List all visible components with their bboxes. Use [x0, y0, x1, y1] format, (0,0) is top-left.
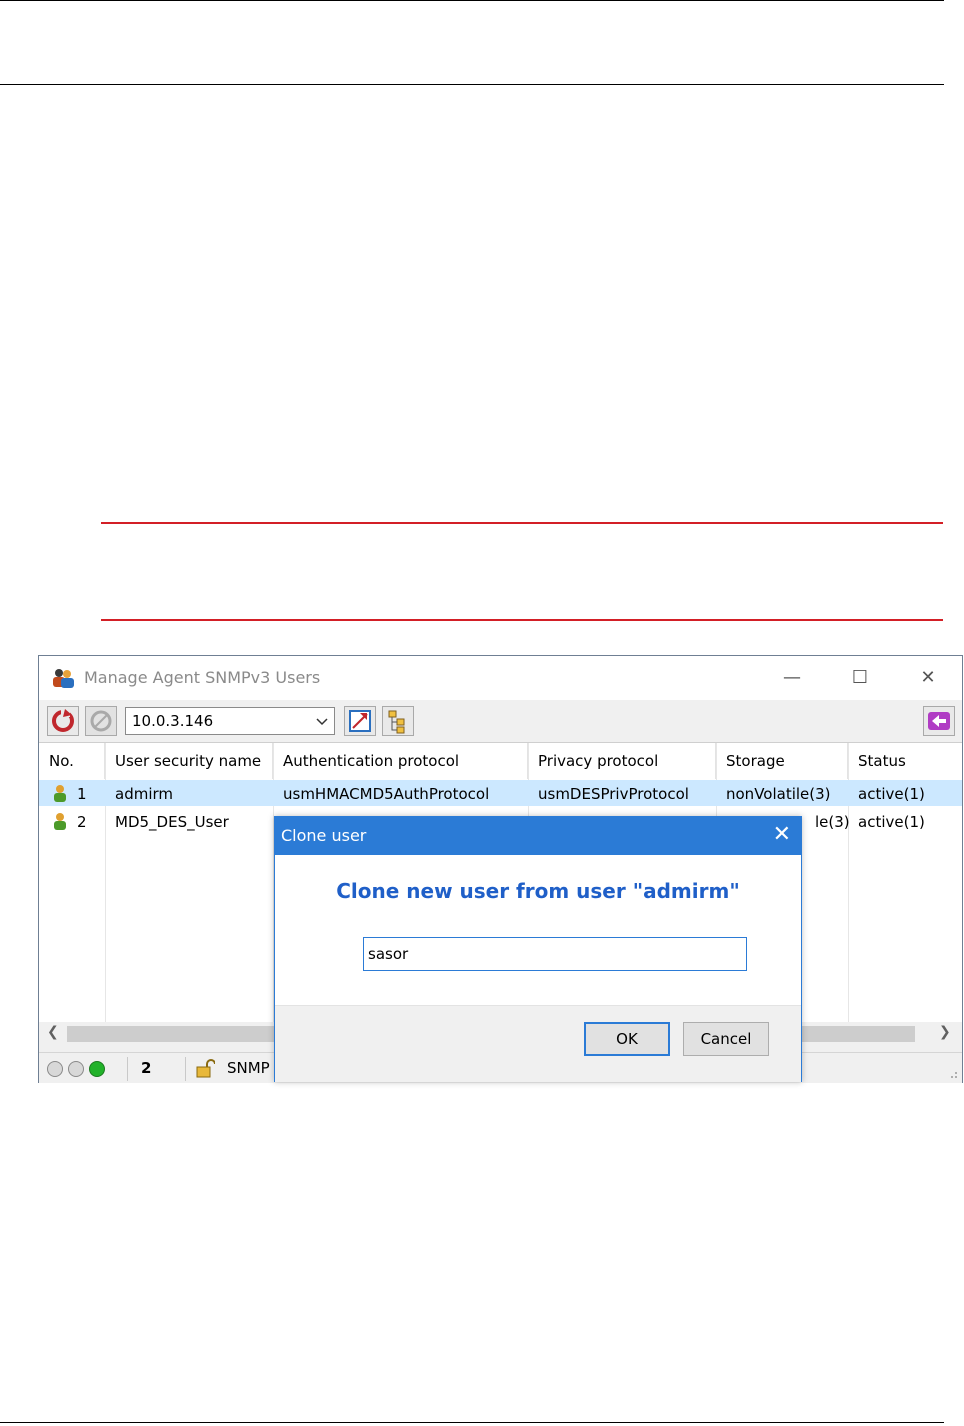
scroll-left-icon[interactable]: ❮	[47, 1024, 59, 1040]
maximize-button[interactable]: ☐	[845, 666, 875, 690]
tree-view-button[interactable]	[382, 706, 414, 736]
scroll-right-icon[interactable]: ❯	[939, 1024, 951, 1040]
minimize-button[interactable]: —	[777, 666, 807, 690]
unlock-icon	[196, 1059, 215, 1078]
toolbar: 10.0.3.146	[39, 700, 962, 742]
note-box	[101, 522, 943, 621]
status-led-off-icon	[68, 1061, 84, 1077]
close-icon[interactable]: ✕	[773, 822, 791, 847]
user-icon	[54, 813, 66, 830]
user-icon	[54, 785, 66, 802]
status-separator	[127, 1057, 128, 1081]
connect-icon	[349, 710, 371, 732]
user-count: 2	[141, 1059, 152, 1077]
column-header-user-security-name[interactable]: User security name	[105, 743, 273, 779]
status-value: active(1)	[858, 785, 925, 803]
refresh-icon	[52, 709, 74, 732]
status-led-on-icon	[89, 1061, 105, 1077]
row-number: 1	[77, 785, 87, 803]
user-name[interactable]: MD5_DES_User	[115, 813, 229, 831]
dialog-heading: Clone new user from user "admirm"	[336, 879, 740, 903]
chevron-down-icon	[316, 718, 328, 726]
column-header-privacy-protocol[interactable]: Privacy protocol	[528, 743, 716, 779]
column-header-no[interactable]: No.	[39, 743, 105, 779]
auto-refresh-button[interactable]	[85, 706, 117, 736]
close-button[interactable]: ✕	[913, 666, 943, 690]
dialog-footer: OK Cancel	[275, 1005, 801, 1082]
privacy-protocol: usmDESPrivProtocol	[538, 785, 689, 803]
auth-protocol: usmHMACMD5AuthProtocol	[283, 785, 490, 803]
auto-refresh-icon	[90, 710, 112, 732]
row-number: 2	[77, 813, 87, 831]
title-bar: Manage Agent SNMPv3 Users — ☐ ✕	[39, 656, 962, 700]
window-title: Manage Agent SNMPv3 Users	[84, 668, 321, 687]
ok-button[interactable]: OK	[584, 1022, 670, 1056]
bottom-rule	[0, 1422, 944, 1423]
storage-value: nonVolatile(3)	[726, 785, 831, 803]
column-header-storage[interactable]: Storage	[716, 743, 848, 779]
refresh-button[interactable]	[47, 706, 79, 736]
column-header-status[interactable]: Status	[848, 743, 962, 779]
clone-user-dialog: Clone user ✕ Clone new user from user "a…	[274, 816, 802, 1082]
users-app-icon	[53, 669, 74, 688]
storage-value: le(3)	[815, 813, 850, 831]
status-led-off-icon	[47, 1061, 63, 1077]
new-user-name-input[interactable]	[363, 937, 747, 971]
resize-grip-icon[interactable]	[948, 1069, 958, 1079]
cancel-button[interactable]: Cancel	[683, 1022, 769, 1056]
status-value: active(1)	[858, 813, 925, 831]
dialog-title-bar: Clone user ✕	[275, 817, 801, 855]
header-rule	[0, 84, 944, 85]
agent-address-value: 10.0.3.146	[132, 712, 214, 730]
status-separator	[185, 1057, 186, 1081]
dialog-title: Clone user	[281, 826, 367, 845]
tree-icon	[388, 710, 405, 734]
exit-icon	[928, 712, 950, 730]
agent-address-combo[interactable]: 10.0.3.146	[125, 707, 335, 735]
snmp-mode: SNMP	[227, 1059, 270, 1077]
connect-button[interactable]	[344, 706, 376, 736]
exit-button[interactable]	[923, 706, 955, 736]
user-name[interactable]: admirm	[115, 785, 173, 803]
column-header-authentication-protocol[interactable]: Authentication protocol	[273, 743, 528, 779]
top-rule	[0, 0, 944, 1]
